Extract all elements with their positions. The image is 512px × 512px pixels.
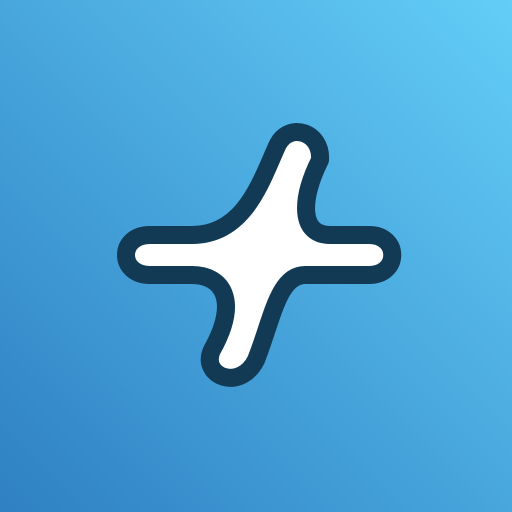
app-icon-canvas — [0, 0, 512, 512]
sparkle-icon — [0, 0, 512, 512]
